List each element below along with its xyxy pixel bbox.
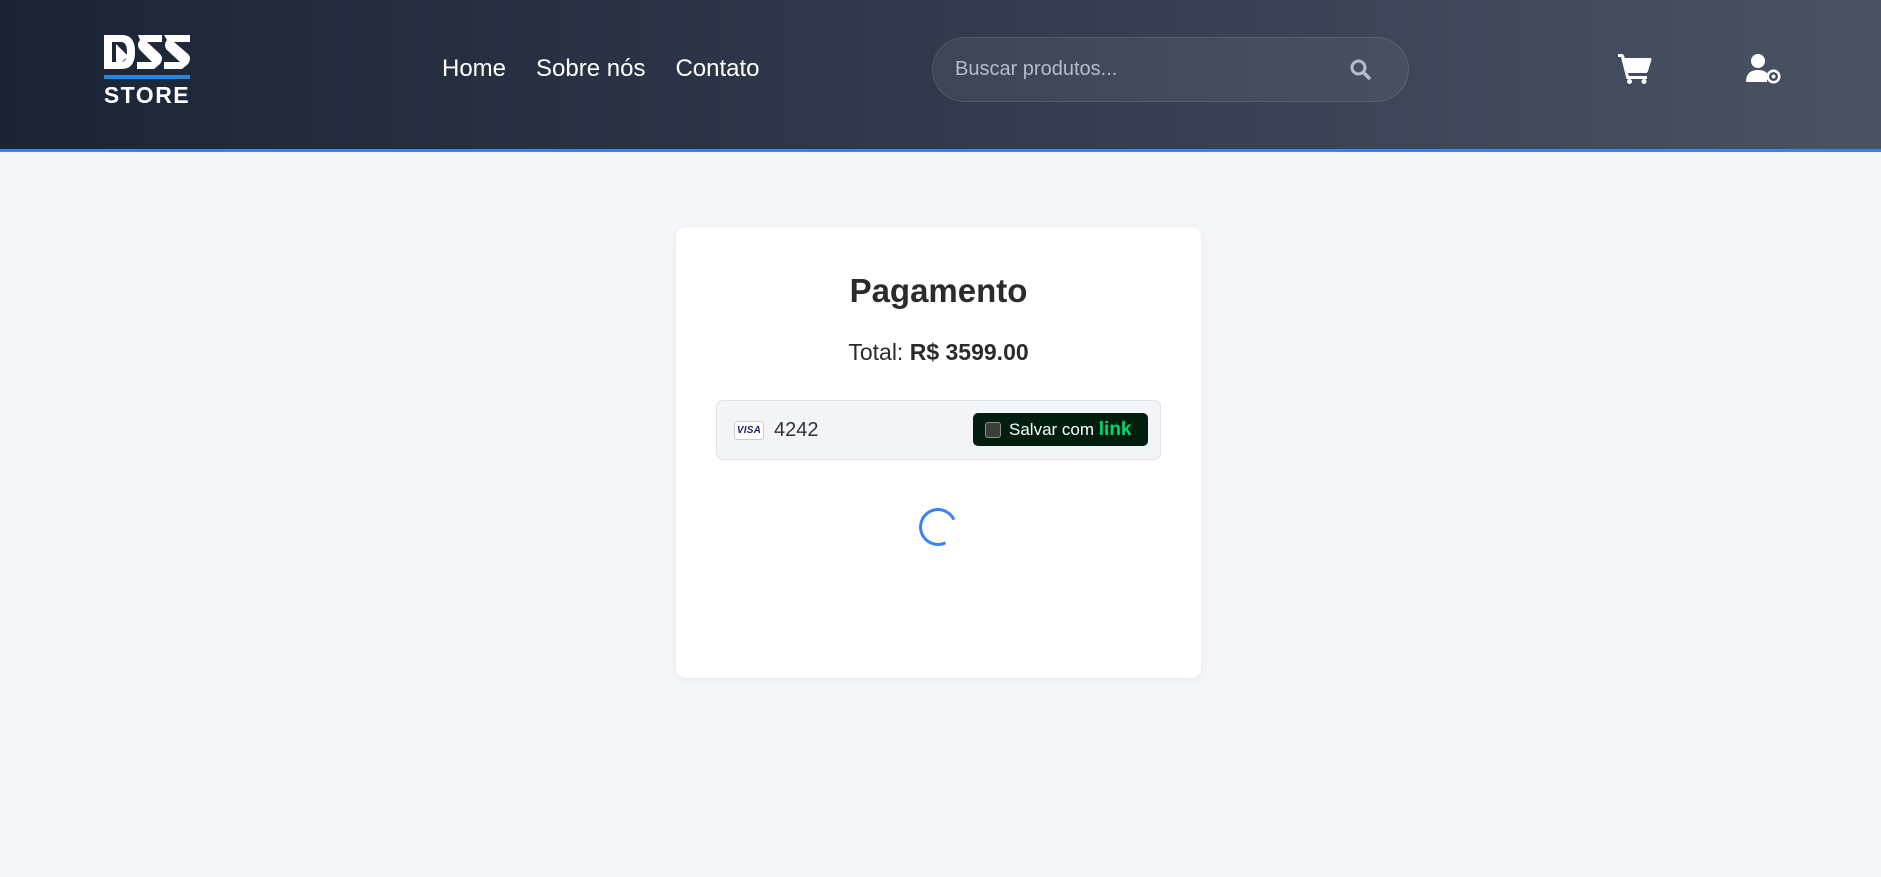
payment-card: Pagamento Total: R$ 3599.00 VISA 4242 Sa… — [676, 227, 1201, 678]
save-with-link-button[interactable]: Salvar com link — [973, 413, 1148, 446]
order-total: Total: R$ 3599.00 — [676, 339, 1201, 366]
card-number-field[interactable]: VISA 4242 Salvar com link — [716, 400, 1161, 460]
save-with-link-checkbox[interactable] — [985, 422, 1001, 438]
search-icon[interactable] — [1348, 57, 1374, 83]
page-title: Pagamento — [849, 272, 1028, 309]
site-header: STORE Home Sobre nós Contato — [0, 0, 1881, 152]
dss-store-logo[interactable]: STORE — [102, 32, 192, 107]
cart-icon[interactable] — [1617, 52, 1653, 84]
nav-sobre-nos[interactable]: Sobre nós — [536, 52, 645, 86]
user-settings-icon[interactable] — [1746, 53, 1782, 85]
search-bar — [932, 37, 1409, 102]
nav-contato[interactable]: Contato — [675, 52, 759, 86]
link-label-text: Salvar com — [1009, 420, 1095, 439]
total-label: Total: — [848, 339, 904, 365]
logo-store-text: STORE — [104, 82, 190, 107]
main-nav: Home Sobre nós Contato — [442, 52, 760, 86]
visa-card-icon: VISA — [734, 421, 764, 440]
card-last4: 4242 — [774, 419, 819, 441]
link-brand-text: link — [1098, 419, 1132, 440]
nav-home[interactable]: Home — [442, 52, 506, 86]
search-input[interactable] — [955, 38, 1335, 101]
total-value: R$ 3599.00 — [909, 339, 1029, 365]
loading-spinner-icon — [913, 502, 963, 552]
save-with-link-label: Salvar com link — [1009, 419, 1132, 440]
